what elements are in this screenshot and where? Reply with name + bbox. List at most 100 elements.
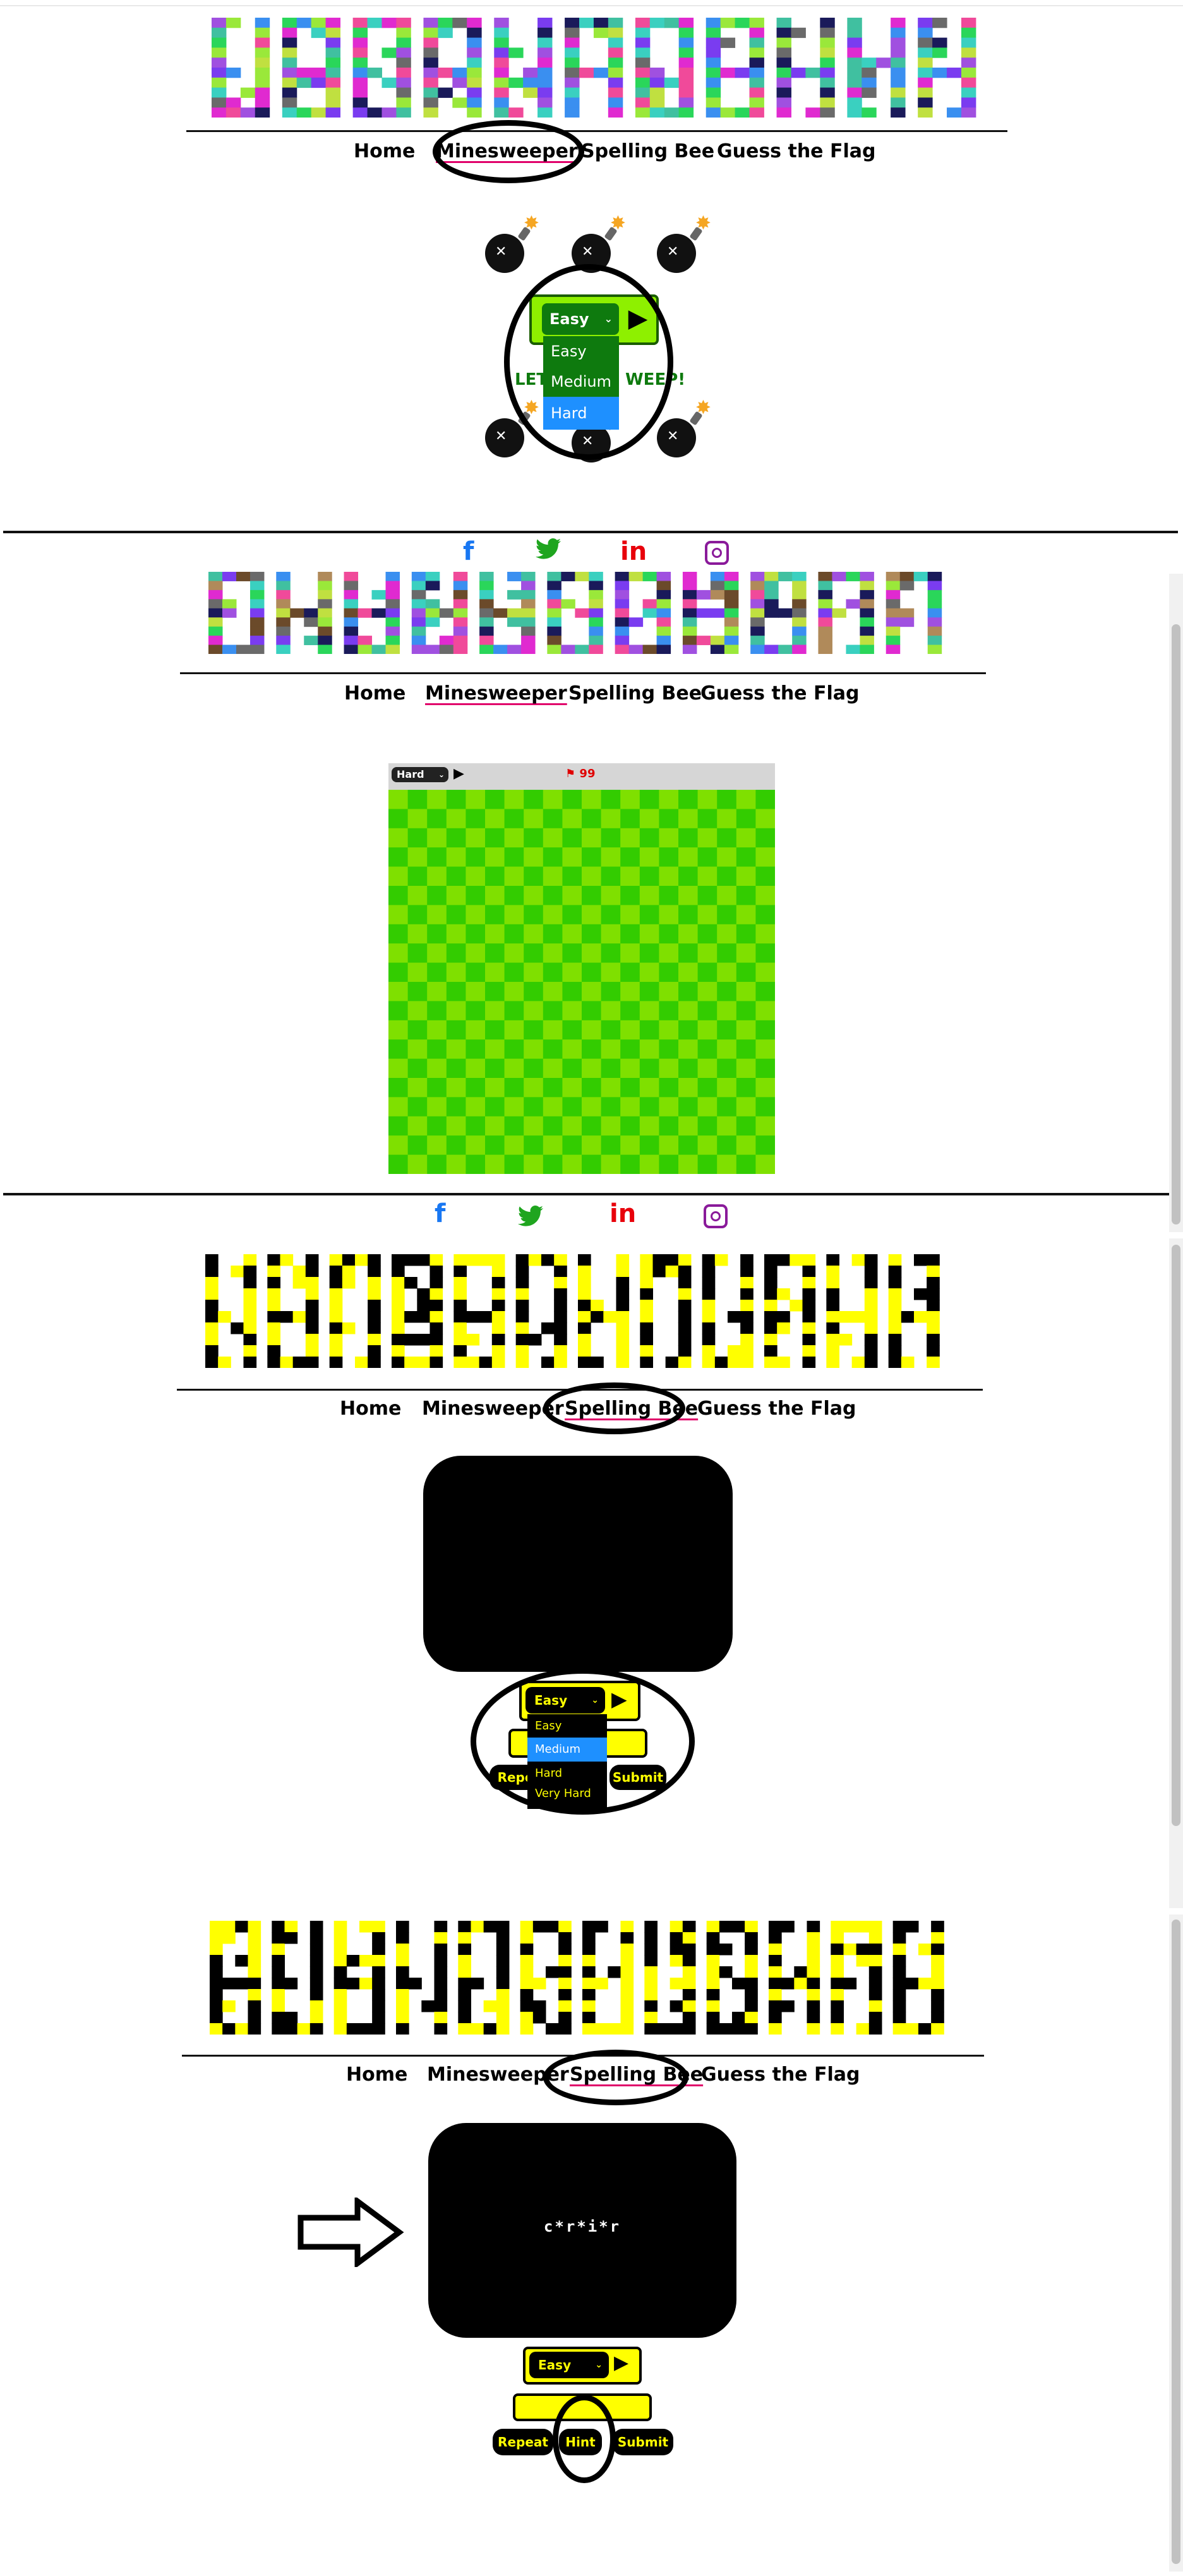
difficulty-select[interactable]: Easy ⌄: [529, 2352, 609, 2378]
board-cell[interactable]: [446, 1078, 466, 1098]
board-cell[interactable]: [659, 809, 679, 829]
board-cell[interactable]: [485, 1097, 505, 1117]
answer-input[interactable]: [513, 2393, 652, 2421]
board-cell[interactable]: [601, 847, 621, 868]
board-cell[interactable]: [562, 1078, 582, 1098]
board-cell[interactable]: [736, 1020, 756, 1040]
board-cell[interactable]: [543, 905, 563, 925]
board-cell[interactable]: [639, 1097, 659, 1117]
board-cell[interactable]: [388, 886, 409, 905]
board-cell[interactable]: [639, 866, 659, 886]
board-cell[interactable]: [562, 1154, 582, 1175]
board-cell[interactable]: [407, 1116, 428, 1136]
board-cell[interactable]: [620, 1001, 640, 1021]
nav-spelling-bee[interactable]: Spelling Bee: [565, 1398, 698, 1420]
board-cell[interactable]: [639, 1116, 659, 1136]
board-cell[interactable]: [678, 1058, 699, 1079]
board-cell[interactable]: [446, 1154, 466, 1175]
board-cell[interactable]: [543, 1020, 563, 1040]
board-cell[interactable]: [543, 828, 563, 848]
board-cell[interactable]: [543, 982, 563, 1001]
board-cell[interactable]: [582, 809, 602, 829]
board-cell[interactable]: [524, 1135, 544, 1156]
board-cell[interactable]: [639, 886, 659, 905]
board-cell[interactable]: [407, 1001, 428, 1021]
board-cell[interactable]: [659, 1020, 679, 1040]
board-cell[interactable]: [620, 905, 640, 925]
board-cell[interactable]: [620, 809, 640, 829]
board-cell[interactable]: [678, 1001, 699, 1021]
board-cell[interactable]: [639, 1039, 659, 1060]
board-cell[interactable]: [388, 790, 409, 809]
board-cell[interactable]: [485, 847, 505, 868]
board-cell[interactable]: [736, 886, 756, 905]
board-cell[interactable]: [736, 790, 756, 809]
board-cell[interactable]: [639, 809, 659, 829]
board-cell[interactable]: [446, 924, 466, 944]
board-cell[interactable]: [485, 1078, 505, 1098]
board-cell[interactable]: [620, 847, 640, 868]
board-cell[interactable]: [388, 1135, 409, 1156]
board-cell[interactable]: [620, 1020, 640, 1040]
board-cell[interactable]: [485, 962, 505, 983]
play-button[interactable]: ▶: [611, 1687, 627, 1711]
board-cell[interactable]: [446, 790, 466, 809]
board-cell[interactable]: [485, 1001, 505, 1021]
board-cell[interactable]: [524, 905, 544, 925]
board-cell[interactable]: [697, 1058, 718, 1079]
board-cell[interactable]: [717, 924, 737, 944]
board-cell[interactable]: [736, 1001, 756, 1021]
board-cell[interactable]: [485, 790, 505, 809]
board-cell[interactable]: [407, 886, 428, 905]
board-cell[interactable]: [736, 866, 756, 886]
board-cell[interactable]: [427, 828, 447, 848]
board-cell[interactable]: [582, 1116, 602, 1136]
board-cell[interactable]: [736, 847, 756, 868]
board-cell[interactable]: [388, 1058, 409, 1079]
board-cell[interactable]: [755, 943, 776, 964]
board-cell[interactable]: [755, 1097, 776, 1117]
board-cell[interactable]: [755, 1078, 776, 1098]
board-cell[interactable]: [582, 1058, 602, 1079]
board-cell[interactable]: [755, 1116, 776, 1136]
board-cell[interactable]: [465, 1116, 486, 1136]
board-cell[interactable]: [736, 943, 756, 964]
nav-home[interactable]: Home: [354, 140, 415, 162]
board-cell[interactable]: [446, 1020, 466, 1040]
board-cell[interactable]: [620, 982, 640, 1001]
board-cell[interactable]: [407, 1058, 428, 1079]
board-cell[interactable]: [504, 828, 524, 848]
board-cell[interactable]: [446, 1039, 466, 1060]
board-cell[interactable]: [465, 1154, 486, 1175]
board-cell[interactable]: [485, 943, 505, 964]
board-cell[interactable]: [601, 1135, 621, 1156]
board-cell[interactable]: [407, 905, 428, 925]
board-cell[interactable]: [485, 828, 505, 848]
board-cell[interactable]: [524, 886, 544, 905]
board-cell[interactable]: [485, 924, 505, 944]
board-cell[interactable]: [659, 924, 679, 944]
board-cell[interactable]: [678, 1135, 699, 1156]
board-cell[interactable]: [407, 847, 428, 868]
submit-button[interactable]: Submit: [610, 1765, 666, 1790]
board-cell[interactable]: [601, 1058, 621, 1079]
board-cell[interactable]: [639, 1154, 659, 1175]
board-cell[interactable]: [678, 790, 699, 809]
board-cell[interactable]: [485, 1039, 505, 1060]
board-cell[interactable]: [755, 905, 776, 925]
board-cell[interactable]: [504, 790, 524, 809]
board-cell[interactable]: [659, 1078, 679, 1098]
board-cell[interactable]: [601, 962, 621, 983]
board-cell[interactable]: [736, 1135, 756, 1156]
board-cell[interactable]: [485, 1058, 505, 1079]
board-cell[interactable]: [427, 1135, 447, 1156]
board-cell[interactable]: [697, 1078, 718, 1098]
board-cell[interactable]: [717, 1154, 737, 1175]
board-cell[interactable]: [659, 943, 679, 964]
board-cell[interactable]: [717, 905, 737, 925]
board-cell[interactable]: [697, 866, 718, 886]
board-cell[interactable]: [601, 1154, 621, 1175]
board-cell[interactable]: [524, 1001, 544, 1021]
board-cell[interactable]: [465, 943, 486, 964]
facebook-icon[interactable]: f: [435, 1199, 445, 1228]
